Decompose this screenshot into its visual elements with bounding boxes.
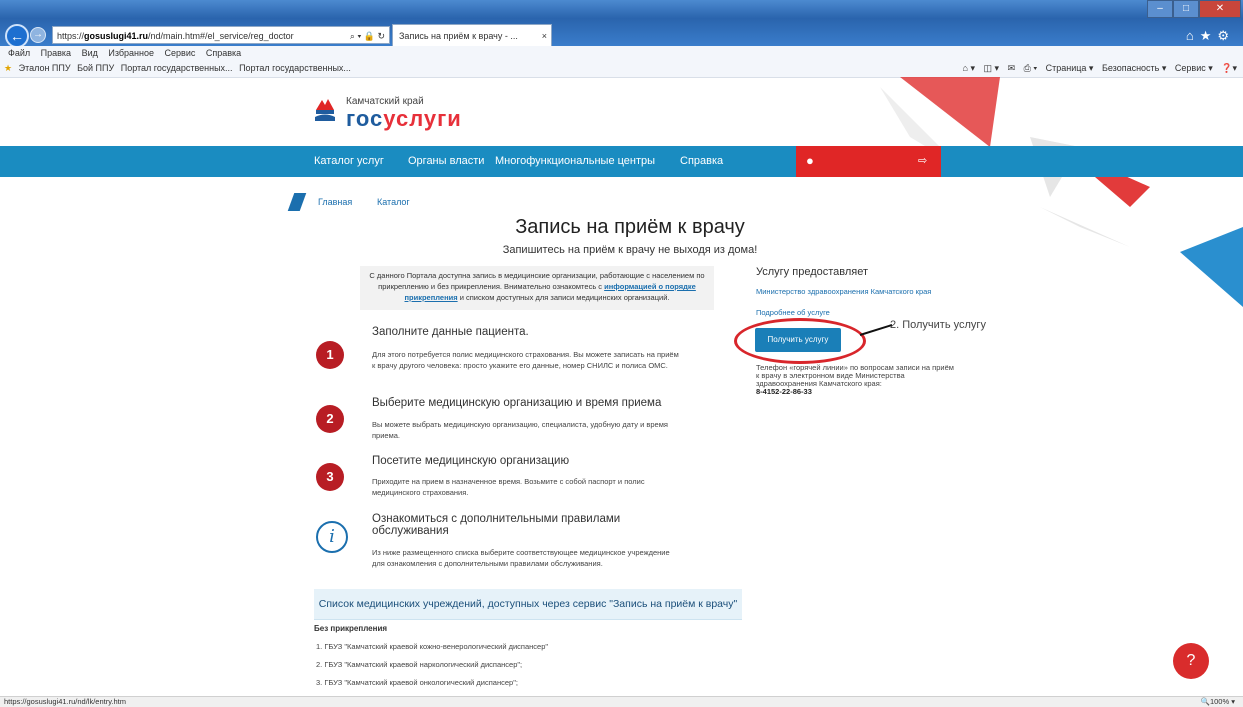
provider-link[interactable]: Министерство здравоохранения Камчатского… <box>756 287 931 296</box>
back-arrow-icon[interactable]: ← <box>5 24 29 48</box>
menu-edit[interactable]: Правка <box>41 48 71 58</box>
logout-icon[interactable]: ⇨ <box>918 154 927 167</box>
tab-title: Запись на приём к врачу - ... <box>399 31 518 41</box>
nav-catalog[interactable]: Каталог услуг <box>314 146 384 177</box>
annotation-label: 2. Получить услугу <box>890 319 986 331</box>
favorite-link-2[interactable]: Бой ППУ <box>77 63 114 73</box>
breadcrumb-catalog[interactable]: Каталог <box>377 197 410 207</box>
nav-help[interactable]: Справка <box>680 146 723 177</box>
list-item[interactable]: 3. ГБУЗ "Камчатский краевой онкологическ… <box>316 678 518 687</box>
step-1-number: 1 <box>316 341 344 369</box>
logo-gosuslugi[interactable]: госуслуги <box>346 106 462 132</box>
user-account-button[interactable]: ● ⇨ <box>796 146 941 177</box>
minimize-icon[interactable]: – <box>1147 0 1173 18</box>
annotation-circle <box>734 318 866 364</box>
step-3-number: 3 <box>316 463 344 491</box>
favorite-link-4[interactable]: Портал государственных... <box>239 63 351 73</box>
kamchatka-emblem-icon <box>315 99 335 121</box>
favorites-star-icon[interactable]: ★ <box>4 63 12 73</box>
step-4-text: Из ниже размещенного списка выберите соо… <box>372 548 670 568</box>
annotation-line <box>859 324 893 336</box>
favorites-star-icon[interactable]: ★ <box>1200 28 1218 43</box>
decor-triangles <box>880 77 1243 307</box>
nav-mfc[interactable]: Многофункциональные центры <box>495 146 655 177</box>
help-icon[interactable]: ❓▾ <box>1221 63 1237 73</box>
window-controls: – □ ✕ <box>1147 0 1241 18</box>
status-bar <box>0 696 1243 707</box>
hotline-number: 8-4152-22-86-33 <box>756 387 812 396</box>
step-2-title: Выберите медицинскую организацию и время… <box>372 397 662 409</box>
address-bar-icons[interactable]: ⌕ ▾ 🔒 ↻ <box>350 27 385 43</box>
info-icon: i <box>316 521 348 553</box>
step-4-title: Ознакомиться с дополнительными правилами… <box>372 513 621 537</box>
url-path: /nd/main.htm#/el_service/reg_doctor <box>148 31 294 41</box>
step-3-text: Приходите на прием в назначенное время. … <box>372 477 645 497</box>
institutions-list-header: Список медицинских учреждений, доступных… <box>314 589 742 620</box>
menu-view[interactable]: Вид <box>82 48 98 58</box>
step-1-title: Заполните данные пациента. <box>372 326 529 338</box>
menu-file[interactable]: Файл <box>8 48 30 58</box>
list-item[interactable]: 1. ГБУЗ "Камчатский краевой кожно-венеро… <box>316 642 548 651</box>
list-item[interactable]: 2. ГБУЗ "Камчатский краевой наркологичес… <box>316 660 522 669</box>
status-url: https://gosuslugi41.ru/nd/lk/entry.htm <box>4 697 127 706</box>
hotline-info: Телефон «горячей линии» по вопросам запи… <box>756 363 954 396</box>
user-icon: ● <box>806 153 814 168</box>
step-2-text: Вы можете выбрать медицинскую организаци… <box>372 420 668 440</box>
step-1-text: Для этого потребуется полис медицинского… <box>372 350 679 370</box>
menu-help[interactable]: Справка <box>206 48 241 58</box>
help-chat-icon[interactable]: ? <box>1173 643 1209 679</box>
maximize-icon[interactable]: □ <box>1173 0 1199 18</box>
home-icon[interactable]: ⌂ ▾ <box>963 63 975 73</box>
favorite-link-3[interactable]: Портал государственных... <box>121 63 233 73</box>
menu-bar: Файл Правка Вид Избранное Сервис Справка <box>0 46 1243 60</box>
close-window-icon[interactable]: ✕ <box>1199 0 1241 18</box>
favorite-link-1[interactable]: Эталон ППУ <box>19 63 71 73</box>
rss-icon[interactable]: ◫ ▾ <box>984 63 1000 73</box>
gear-icon[interactable]: ⚙ <box>1217 28 1235 43</box>
cmd-security[interactable]: Безопасность ▾ <box>1102 63 1166 73</box>
mail-icon[interactable]: ✉ <box>1008 63 1016 73</box>
command-bar: ⌂ ▾ ◫ ▾ ✉ ⎙ ▾ Страница ▾ Безопасность ▾ … <box>957 60 1237 77</box>
step-2-number: 2 <box>316 405 344 433</box>
list-subheader: Без прикрепления <box>314 624 388 633</box>
url-prefix: https:// <box>57 31 85 41</box>
zoom-icon: 🔍 <box>1200 697 1210 706</box>
browser-toolbar-icons: ⌂★⚙ <box>1186 28 1235 44</box>
cmd-page[interactable]: Страница ▾ <box>1046 63 1094 73</box>
url-domain: gosuslugi41.ru <box>84 31 149 41</box>
home-icon[interactable]: ⌂ <box>1186 28 1200 43</box>
close-tab-icon[interactable]: × <box>542 25 547 46</box>
step-3-title: Посетите медицинскую организацию <box>372 455 570 467</box>
info-notice: С данного Портала доступна запись в меди… <box>360 266 714 310</box>
browser-tab[interactable]: Запись на приём к врачу - ... × <box>392 24 552 46</box>
breadcrumb-home[interactable]: Главная <box>318 197 352 207</box>
page-subtitle: Запишитесь на приём к врачу не выходя из… <box>502 244 758 256</box>
menu-favorites[interactable]: Избранное <box>108 48 154 58</box>
service-details-link[interactable]: Подробнее об услуге <box>756 308 830 317</box>
nav-authorities[interactable]: Органы власти <box>408 146 484 177</box>
zoom-level[interactable]: 🔍100% ▾ <box>1201 696 1235 707</box>
page-title: Запись на приём к врачу <box>515 216 745 238</box>
breadcrumb-flag <box>287 193 307 211</box>
address-bar[interactable]: https://gosuslugi41.ru/nd/main.htm#/el_s… <box>52 26 390 44</box>
cmd-tools[interactable]: Сервис ▾ <box>1175 63 1213 73</box>
menu-tools[interactable]: Сервис <box>165 48 196 58</box>
provider-title: Услугу предоставляет <box>756 266 869 278</box>
print-icon[interactable]: ⎙ ▾ <box>1024 63 1037 73</box>
forward-arrow-icon[interactable]: → <box>30 27 46 43</box>
